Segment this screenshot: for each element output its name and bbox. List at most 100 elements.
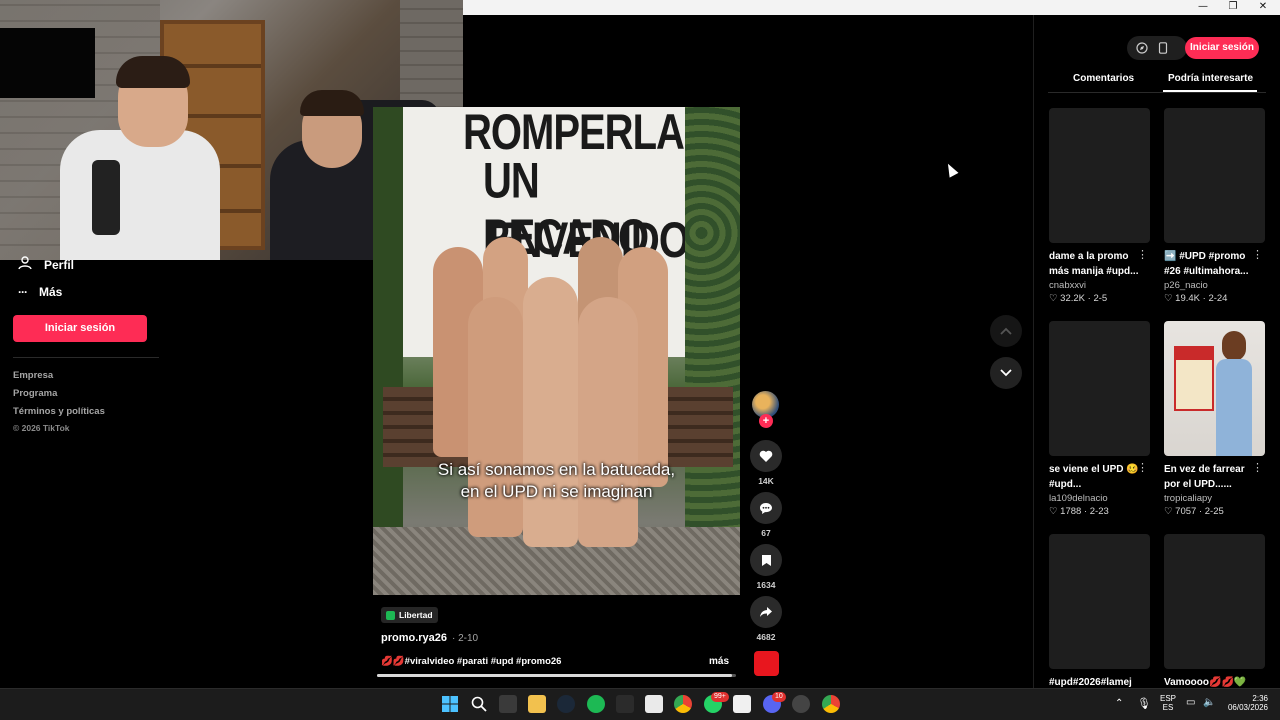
chrome-icon[interactable] [822, 695, 840, 713]
next-video-button[interactable] [990, 357, 1022, 389]
sidebar-item-more[interactable]: ··· Más [18, 285, 62, 299]
video-description: 💋💋#viralvideo #parati #upd #promo26 [381, 656, 562, 667]
card-thumbnail [1049, 534, 1150, 669]
more-button[interactable]: más [709, 656, 729, 667]
footer-link-terminos[interactable]: Términos y políticas [13, 406, 105, 417]
card-user: tropicaliapy [1164, 493, 1213, 504]
chevron-up-icon[interactable]: ⌃ [1115, 698, 1123, 709]
sidebar-item-profile[interactable]: Perfil [18, 256, 74, 273]
like-count: 14K [758, 476, 774, 486]
card-thumbnail [1164, 108, 1265, 243]
clock[interactable]: 2:36 06/03/2026 [1217, 694, 1277, 712]
chevron-up-icon [1000, 327, 1012, 335]
top-tools [1127, 36, 1187, 60]
minimize-button[interactable]: — [1188, 0, 1218, 15]
app-icon[interactable] [733, 695, 751, 713]
card-title: ➡️ #UPD #promo #26 #ultimahora... [1164, 251, 1249, 277]
comment-button[interactable] [750, 492, 782, 524]
close-button[interactable]: ✕ [1248, 0, 1278, 15]
card-title: dame a la promo más manija #upd... [1049, 251, 1139, 277]
language-indicator[interactable]: ESP ES [1157, 694, 1179, 712]
music-disc-icon[interactable] [754, 651, 779, 676]
progress-fill [377, 674, 733, 677]
card-user: cnabxxvi [1049, 280, 1086, 291]
card-stats: ♡ 7057 · 2-25 [1164, 506, 1224, 517]
topic-tag[interactable]: Libertad [381, 607, 438, 623]
volume-icon[interactable]: 🔈 [1203, 697, 1215, 708]
login-button-header[interactable]: Iniciar sesión [1185, 37, 1259, 59]
tag-icon [386, 610, 395, 620]
video-player[interactable]: ROMPERLA UN PECADO ENVENIDOS Si así sona… [373, 107, 740, 595]
card-thumbnail [1049, 321, 1150, 456]
divider [13, 357, 159, 358]
more-dots-icon: ··· [18, 285, 28, 299]
more-options-icon[interactable]: ⋮ [1137, 461, 1148, 474]
file-explorer-icon[interactable] [528, 695, 546, 713]
card-title: se viene el UPD 🥴 #upd... [1049, 464, 1139, 490]
card-title: En vez de farrear por el UPD...... [1164, 464, 1245, 490]
divider [1048, 92, 1266, 93]
obs-icon[interactable] [792, 695, 810, 713]
restore-button[interactable]: ❐ [1218, 0, 1248, 15]
card-stats: ♡ 19.4K · 2-24 [1164, 293, 1228, 304]
tab-comments[interactable]: Comentarios [1073, 73, 1134, 84]
epic-games-icon[interactable] [616, 695, 634, 713]
compass-icon[interactable] [1136, 41, 1148, 59]
recommended-card[interactable]: Vamoooo💋💋💚 [1164, 534, 1265, 690]
person-icon [18, 256, 32, 273]
spotify-icon[interactable] [587, 695, 605, 713]
window-titlebar [463, 0, 1280, 15]
microphone-icon[interactable]: 🎙 [1137, 697, 1151, 710]
card-thumbnail [1049, 108, 1150, 243]
sidebar-item-label: Perfil [44, 257, 75, 272]
recommended-card[interactable]: dame a la promo más manija #upd... cnabx… [1049, 108, 1150, 304]
heart-icon [759, 450, 773, 462]
video-date: · 2-10 [452, 633, 479, 644]
more-options-icon[interactable]: ⋮ [1252, 461, 1263, 474]
footer-link-programa[interactable]: Programa [13, 388, 57, 399]
login-button-sidebar[interactable]: Iniciar sesión [13, 315, 147, 342]
copyright: © 2026 TikTok [13, 423, 70, 433]
share-button[interactable] [750, 596, 782, 628]
sidebar-item-label: Más [39, 285, 63, 299]
video-progress-bar[interactable] [377, 674, 736, 677]
video-caption: Si así sonamos en la batucada, en el UPD… [437, 460, 676, 501]
steam-icon[interactable] [557, 695, 575, 713]
search-icon[interactable] [470, 695, 488, 713]
video-author[interactable]: promo.rya26 [381, 632, 447, 644]
comment-count: 67 [761, 528, 771, 538]
chevron-down-icon [1000, 369, 1012, 377]
phone-icon[interactable] [1158, 41, 1168, 59]
windows-start-icon[interactable] [441, 695, 459, 713]
share-count: 4682 [756, 632, 776, 642]
capcut-icon[interactable] [645, 695, 663, 713]
save-count: 1634 [756, 580, 776, 590]
notification-badge: 10 [772, 692, 786, 702]
recommended-card[interactable]: #upd#2026#lamej [1049, 534, 1150, 690]
card-thumbnail [1164, 321, 1265, 456]
network-icon[interactable]: ▭ [1186, 697, 1195, 708]
card-stats: ♡ 32.2K · 2-5 [1049, 293, 1108, 304]
card-user: p26_nacio [1164, 280, 1208, 291]
footer-link-empresa[interactable]: Empresa [13, 370, 53, 381]
save-button[interactable] [750, 544, 782, 576]
previous-video-button[interactable] [990, 315, 1022, 347]
more-options-icon[interactable]: ⋮ [1137, 248, 1148, 261]
notification-badge: 99+ [711, 692, 729, 702]
recommended-card[interactable]: se viene el UPD 🥴 #upd... la109delnacio … [1049, 321, 1150, 517]
like-button[interactable] [750, 440, 782, 472]
tab-recommended[interactable]: Podría interesarte [1168, 73, 1253, 84]
recommended-card[interactable]: ➡️ #UPD #promo #26 #ultimahora... p26_na… [1164, 108, 1265, 304]
mouse-cursor [943, 161, 959, 178]
newspaper-image [1174, 346, 1214, 411]
share-icon [760, 607, 772, 617]
card-thumbnail [1164, 534, 1265, 669]
recommended-card[interactable]: En vez de farrear por el UPD...... tropi… [1164, 321, 1265, 517]
chrome-icon[interactable] [674, 695, 692, 713]
more-options-icon[interactable]: ⋮ [1252, 248, 1263, 261]
card-user: la109delnacio [1049, 493, 1108, 504]
taskbar [0, 688, 1280, 720]
comment-icon [760, 502, 772, 514]
follow-plus-icon[interactable]: + [759, 414, 773, 428]
store-icon[interactable] [499, 695, 517, 713]
